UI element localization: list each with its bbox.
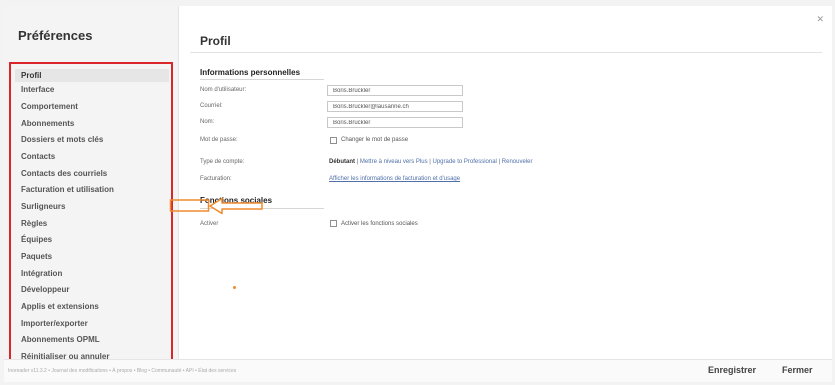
rules-highlight-box (169, 199, 210, 212)
account-type-label: Type de compte: (200, 159, 245, 165)
sidebar-item-integration[interactable]: Intégration (21, 269, 62, 278)
upgrade-pro-link[interactable]: Upgrade to Professional (433, 159, 497, 165)
social-features-checkbox[interactable] (330, 220, 337, 227)
sidebar-item-contacts-courriels[interactable]: Contacts des courriels (21, 169, 107, 178)
sidebar-item-paquets[interactable]: Paquets (21, 252, 52, 261)
sidebar-item-comportement[interactable]: Comportement (21, 102, 78, 111)
password-label: Mot de passe: (200, 137, 238, 143)
sidebar-item-profil[interactable]: Profil (15, 69, 169, 82)
social-label: Activer (200, 221, 219, 227)
email-label: Courriel: (200, 103, 223, 109)
sidebar-item-equipes[interactable]: Équipes (21, 235, 52, 244)
preferences-dialog: Préférences Profil Interface Comportemen… (4, 6, 832, 382)
sidebar-item-regles[interactable]: Règles (21, 219, 47, 228)
name-label: Nom: (200, 119, 215, 125)
sidebar-item-importer[interactable]: Importer/exporter (21, 319, 88, 328)
username-field[interactable] (327, 85, 463, 96)
sidebar-item-dossiers[interactable]: Dossiers et mots clés (21, 135, 103, 144)
page-title: Profil (200, 34, 231, 48)
rules-callout-annotation (169, 197, 263, 215)
account-type-row: Débutant | Mettre à niveau vers Plus | U… (329, 159, 532, 165)
social-features-label: Activer les fonctions sociales (341, 221, 418, 227)
sidebar-item-facturation[interactable]: Facturation et utilisation (21, 185, 114, 194)
sidebar-item-surligneurs[interactable]: Surligneurs (21, 202, 65, 211)
sidebar-highlight-box: Profil Interface Comportement Abonnement… (9, 62, 173, 368)
save-button[interactable]: Enregistrer (708, 365, 756, 375)
left-arrow-annotation-icon (209, 197, 263, 215)
sidebar: Préférences Profil Interface Comportemen… (4, 6, 179, 382)
cursor-dot (233, 286, 236, 289)
renew-link[interactable]: Renouveler (502, 159, 533, 165)
section-divider (200, 79, 324, 80)
change-password-checkbox[interactable] (330, 137, 337, 144)
footer-bar: Inoreader v11.3.2 • Journal des modifica… (4, 359, 832, 382)
divider (190, 52, 822, 53)
sidebar-item-abonnements[interactable]: Abonnements (21, 119, 74, 128)
close-icon[interactable]: ✕ (816, 14, 824, 25)
separator: | (498, 159, 501, 165)
sidebar-item-opml[interactable]: Abonnements OPML (21, 335, 100, 344)
sidebar-item-interface[interactable]: Interface (21, 85, 54, 94)
account-type-value: Débutant (329, 159, 355, 165)
sidebar-item-applis[interactable]: Applis et extensions (21, 302, 99, 311)
separator: | (356, 159, 359, 165)
sidebar-item-contacts[interactable]: Contacts (21, 152, 55, 161)
billing-link[interactable]: Afficher les informations de facturation… (329, 176, 460, 182)
footer-info: Inoreader v11.3.2 • Journal des modifica… (8, 368, 237, 374)
close-button[interactable]: Fermer (782, 365, 813, 375)
name-field[interactable] (327, 117, 463, 128)
upgrade-plus-link[interactable]: Mettre à niveau vers Plus (360, 159, 428, 165)
change-password-label: Changer le mot de passe (341, 137, 409, 143)
sidebar-item-developpeur[interactable]: Développeur (21, 285, 69, 294)
section-title-personal: Informations personnelles (200, 68, 301, 77)
email-field[interactable] (327, 101, 463, 112)
sidebar-title: Préférences (18, 28, 93, 43)
separator: | (429, 159, 431, 165)
username-label: Nom d'utilisateur: (200, 87, 247, 93)
billing-label: Facturation: (200, 176, 232, 182)
